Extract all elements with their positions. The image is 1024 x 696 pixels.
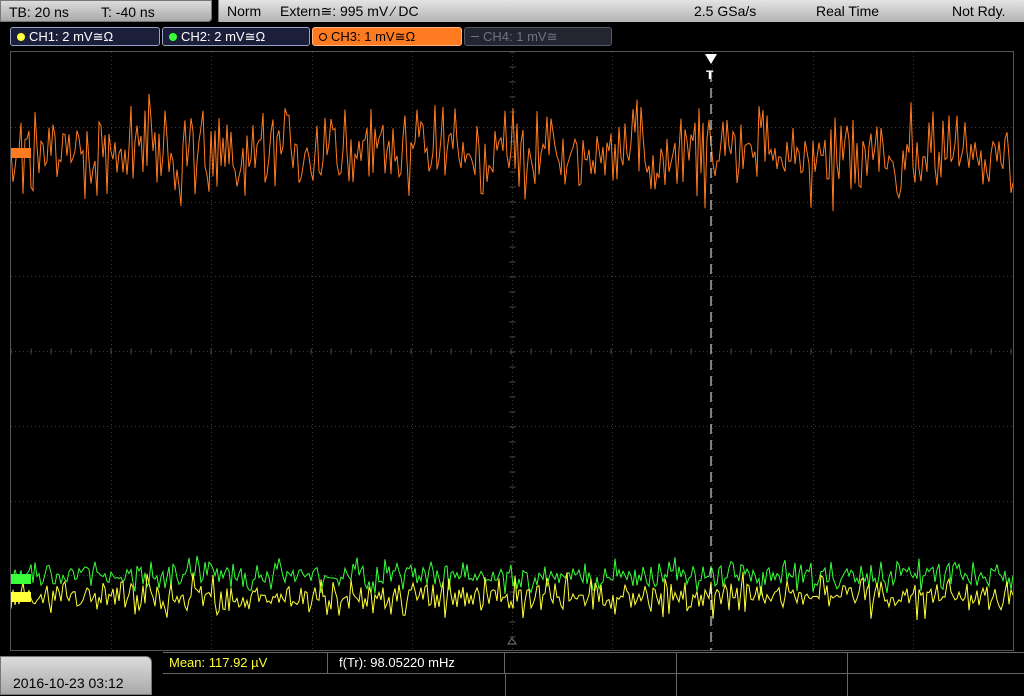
trigger-source-level: Extern≅: 995 mV ⁄ DC (280, 3, 419, 19)
datetime-label: 2016-10-23 03:12 (13, 675, 124, 691)
sample-rate: 2.5 GSa/s (694, 3, 757, 19)
timebase-label: TB: 20 ns (9, 4, 69, 20)
channel-1-offset-marker[interactable] (11, 592, 31, 602)
channel-1-dot-icon (17, 33, 25, 41)
channel-1-tab[interactable]: CH1: 2 mV≅Ω (10, 27, 160, 46)
trigger-bar[interactable]: Norm Extern≅: 995 mV ⁄ DC 2.5 GSa/s Real… (218, 0, 1024, 22)
trigger-mode: Norm (227, 3, 262, 19)
channel-2-tab[interactable]: CH2: 2 mV≅Ω (162, 27, 310, 46)
channel-4-label: CH4: 1 mV≅ (483, 29, 558, 44)
measurement-panel: Mean: 117.92 µV f(Tr): 98.05220 mHz (163, 652, 1024, 696)
channel-2-dot-icon (169, 33, 177, 41)
frequency-measurement[interactable]: f(Tr): 98.05220 mHz (329, 653, 505, 673)
acquisition-mode: Real Time (816, 3, 880, 19)
mean-measurement[interactable]: Mean: 117.92 µV (163, 653, 328, 673)
channel-2-offset-marker[interactable] (11, 574, 31, 584)
channel-4-off-icon (471, 36, 479, 37)
measurement-row-2 (163, 673, 1024, 696)
channel-3-tab[interactable]: CH3: 1 mV≅Ω (312, 27, 462, 46)
measurement-slot-4[interactable] (677, 653, 848, 673)
channel-tabs: CH1: 2 mV≅Ω CH2: 2 mV≅Ω CH3: 1 mV≅Ω CH4:… (0, 26, 1024, 48)
trigger-marker-label: T (706, 68, 714, 82)
channel-3-offset-marker[interactable] (11, 148, 31, 158)
waveform-grid: T (11, 52, 1013, 650)
bottom-panel: 2016-10-23 03:12 Mean: 117.92 µV f(Tr): … (0, 652, 1024, 696)
waveform-display[interactable]: T (10, 51, 1014, 651)
channel-3-label: CH3: 1 mV≅Ω (331, 29, 416, 44)
trigger-arrow-icon[interactable] (705, 54, 717, 64)
timebase-box[interactable]: TB: 20 ns T: -40 ns (0, 0, 212, 22)
channel-4-tab[interactable]: CH4: 1 mV≅ (464, 27, 612, 46)
channel-2-label: CH2: 2 mV≅Ω (181, 29, 266, 44)
channel-1-label: CH1: 2 mV≅Ω (29, 29, 114, 44)
acquisition-status: Not Rdy. (952, 3, 1006, 19)
trigger-time-label: T: -40 ns (101, 4, 155, 20)
datetime-box: 2016-10-23 03:12 (0, 656, 152, 695)
measurement-slot-3[interactable] (506, 653, 677, 673)
channel-3-dot-icon (319, 33, 327, 41)
top-status-bar: TB: 20 ns T: -40 ns Norm Extern≅: 995 mV… (0, 0, 1024, 24)
